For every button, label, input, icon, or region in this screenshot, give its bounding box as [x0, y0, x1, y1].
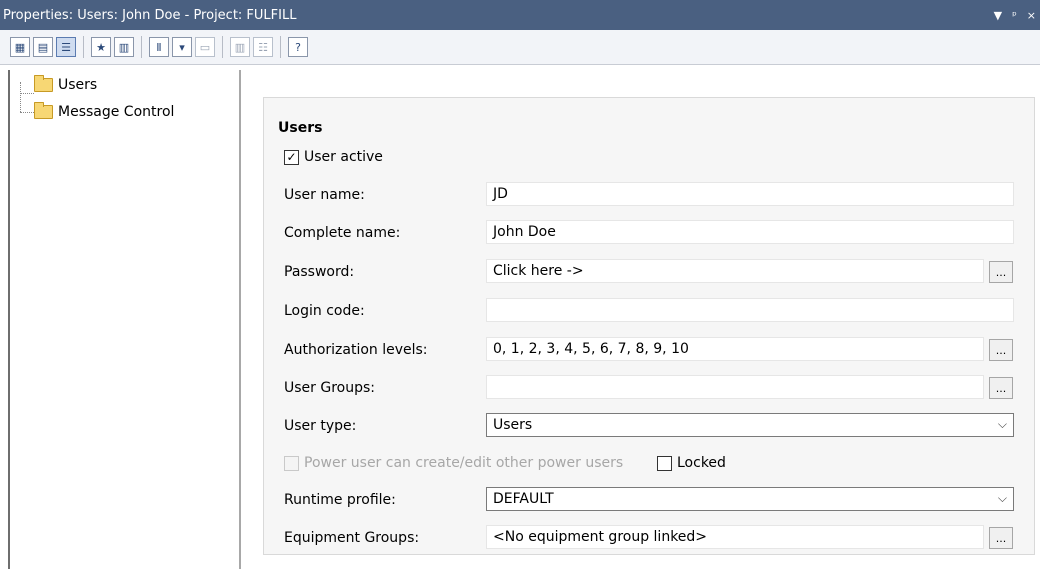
toolbar-separator: [83, 36, 84, 58]
runtime-profile-select[interactable]: DEFAULT ⌵: [486, 487, 1014, 511]
authorization-levels-browse-button[interactable]: ...: [989, 339, 1013, 361]
authorization-levels-field[interactable]: 0, 1, 2, 3, 4, 5, 6, 7, 8, 9, 10: [486, 337, 984, 361]
text-field-icon[interactable]: Ⅱ: [149, 37, 169, 57]
pin-icon[interactable]: ᵖ: [1012, 9, 1017, 22]
user-groups-label: User Groups:: [284, 380, 375, 396]
properties-panel: Users ✓ User active User name: JD Comple…: [243, 70, 1040, 569]
checkbox-box: [657, 455, 672, 471]
properties-pages-icon[interactable]: ☰: [56, 37, 76, 57]
power-user-label: Power user can create/edit other power u…: [304, 455, 624, 471]
navigation-tree: Users Message Control: [8, 70, 241, 569]
user-groups-browse-button[interactable]: ...: [989, 377, 1013, 399]
dropdown-field-icon[interactable]: ▾: [172, 37, 192, 57]
complete-name-row: Complete name: John Doe: [264, 220, 1036, 246]
grid-icon[interactable]: ▥: [114, 37, 134, 57]
user-type-label: User type:: [284, 418, 357, 434]
toolbar-separator: [222, 36, 223, 58]
equipment-groups-row: Equipment Groups: <No equipment group li…: [264, 525, 1036, 551]
window-menu-dropdown-icon[interactable]: ▼: [994, 9, 1002, 22]
password-row: Password: Click here -> ...: [264, 259, 1036, 285]
favorites-icon[interactable]: ★: [91, 37, 111, 57]
password-label: Password:: [284, 264, 355, 280]
authorization-levels-label: Authorization levels:: [284, 342, 428, 358]
chevron-down-icon: ⌵: [997, 417, 1007, 431]
columns-icon[interactable]: ▥: [230, 37, 250, 57]
toolbar-separator: [141, 36, 142, 58]
user-name-label: User name:: [284, 187, 365, 203]
page-icon[interactable]: ▤: [33, 37, 53, 57]
tree-connector: [20, 112, 34, 113]
user-active-label: User active: [304, 149, 383, 165]
window-title: Properties: Users: John Doe - Project: F…: [3, 7, 297, 23]
password-browse-button[interactable]: ...: [989, 261, 1013, 283]
checkbox-box: ✓: [284, 149, 299, 165]
user-type-row: User type: Users ⌵: [264, 413, 1036, 439]
chevron-down-icon: ⌵: [997, 491, 1007, 505]
tree-item-users[interactable]: Users: [34, 75, 98, 93]
authorization-levels-row: Authorization levels: 0, 1, 2, 3, 4, 5, …: [264, 337, 1036, 363]
login-code-label: Login code:: [284, 303, 365, 319]
login-code-field[interactable]: [486, 298, 1014, 322]
user-groups-field[interactable]: [486, 375, 984, 399]
toolbar-separator: [280, 36, 281, 58]
runtime-profile-value: DEFAULT: [493, 491, 554, 507]
tree-item-label: Users: [58, 77, 98, 93]
locked-checkbox[interactable]: Locked: [657, 455, 726, 471]
user-name-field[interactable]: JD: [486, 182, 1014, 206]
list-icon[interactable]: ☷: [253, 37, 273, 57]
tree-item-message-control[interactable]: Message Control: [34, 102, 175, 120]
login-code-row: Login code:: [264, 298, 1036, 324]
close-icon[interactable]: ×: [1027, 9, 1036, 22]
tree-connector: [20, 93, 34, 94]
equipment-groups-browse-button[interactable]: ...: [989, 527, 1013, 549]
title-bar: Properties: Users: John Doe - Project: F…: [0, 0, 1040, 30]
categorized-icon[interactable]: ▦: [10, 37, 30, 57]
user-type-value: Users: [493, 417, 533, 433]
runtime-profile-row: Runtime profile: DEFAULT ⌵: [264, 487, 1036, 513]
checkbox-box: [284, 455, 299, 471]
tree-connector: [20, 82, 21, 112]
power-user-checkbox[interactable]: Power user can create/edit other power u…: [284, 455, 623, 471]
user-active-checkbox[interactable]: ✓ User active: [284, 149, 383, 165]
folder-icon: [34, 102, 53, 119]
complete-name-label: Complete name:: [284, 225, 401, 241]
complete-name-field[interactable]: John Doe: [486, 220, 1014, 244]
user-type-select[interactable]: Users ⌵: [486, 413, 1014, 437]
user-name-row: User name: JD: [264, 182, 1036, 208]
locked-label: Locked: [677, 455, 726, 471]
user-groups-row: User Groups: ...: [264, 375, 1036, 401]
runtime-profile-label: Runtime profile:: [284, 492, 396, 508]
users-group: Users ✓ User active User name: JD Comple…: [263, 97, 1035, 555]
edit-field-icon[interactable]: ▭: [195, 37, 215, 57]
help-icon[interactable]: ?: [288, 37, 308, 57]
password-field[interactable]: Click here ->: [486, 259, 984, 283]
toolbar: ▦ ▤ ☰ ★ ▥ Ⅱ ▾ ▭ ▥ ☷ ?: [0, 30, 1040, 65]
group-title: Users: [278, 120, 323, 136]
equipment-groups-label: Equipment Groups:: [284, 530, 420, 546]
tree-item-label: Message Control: [58, 104, 175, 120]
equipment-groups-field[interactable]: <No equipment group linked>: [486, 525, 984, 549]
folder-icon: [34, 75, 53, 92]
